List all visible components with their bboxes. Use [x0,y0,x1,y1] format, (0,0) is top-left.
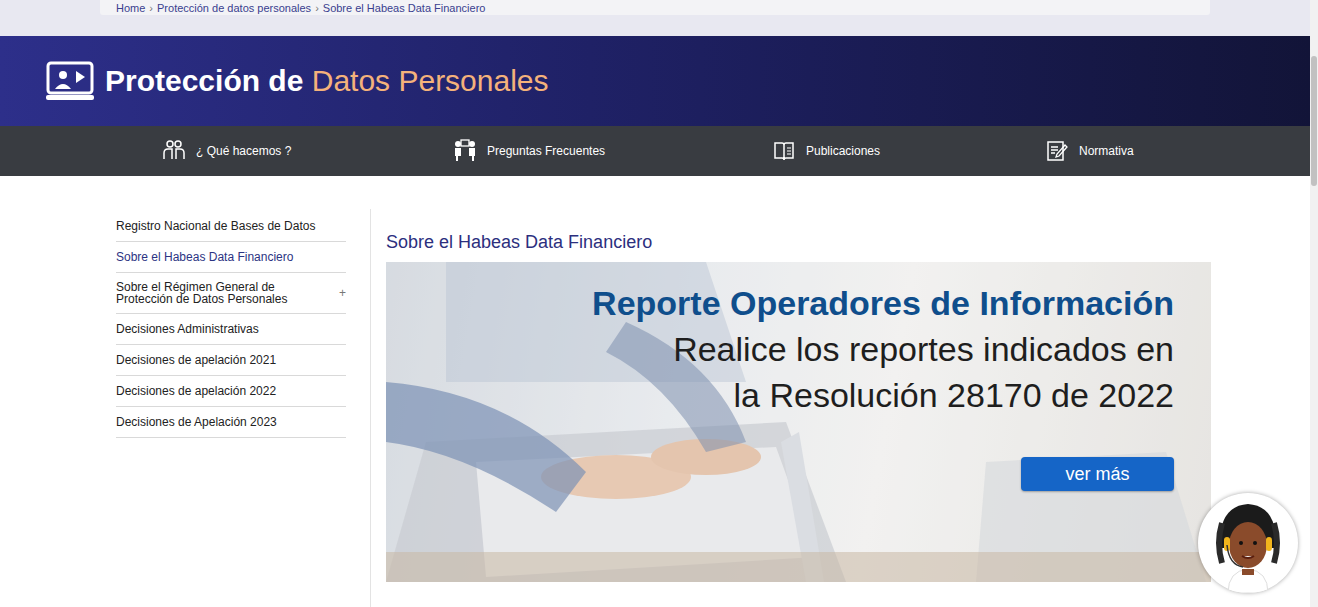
sidebar-label[interactable]: Registro Nacional de Bases de Datos [116,220,315,232]
nav-item[interactable]: Publicaciones [772,139,1045,163]
main-content: Sobre el Habeas Data Financiero Reporte O… [371,211,1211,607]
sidebar-label[interactable]: Decisiones de Apelación 2023 [116,416,277,428]
banner-line: Realice los reportes indicados en [673,326,1174,372]
header-title-strong: Protección de [105,64,303,97]
banner-text: Reporte Operadores de InformaciónRealice… [592,280,1174,491]
edit-document-icon [1045,139,1069,163]
breadcrumb-separator: › [149,1,153,15]
sidebar: Registro Nacional de Bases de Datos Sobre… [116,211,346,607]
nav-item[interactable]: Normativa [1045,139,1225,163]
breadcrumb-link[interactable]: Sobre el Habeas Data Financiero [323,1,486,15]
content: Registro Nacional de Bases de Datos Sobre… [0,176,1310,607]
sidebar-item[interactable]: Decisiones Administrativas [116,314,346,345]
nav-item[interactable]: Preguntas Frecuentes [453,139,772,163]
sidebar-label[interactable]: Decisiones de apelación 2021 [116,354,276,366]
expand-toggle[interactable]: + [333,287,346,299]
page-title: Sobre el Habeas Data Financiero [386,211,1211,253]
sidebar-item[interactable]: Sobre el Habeas Data Financiero [116,242,346,273]
banner-line: la Resolución 28170 de 2022 [734,372,1174,418]
sidebar-item[interactable]: Decisiones de Apelación 2023 [116,407,346,438]
nav-label[interactable]: Preguntas Frecuentes [487,144,605,158]
promo-banner: Reporte Operadores de InformaciónRealice… [386,262,1211,582]
sidebar-item[interactable]: Decisiones de apelación 2021 [116,345,346,376]
sidebar-item[interactable]: Registro Nacional de Bases de Datos [116,211,346,242]
banner-heading: Reporte Operadores de Información [592,280,1174,326]
space [303,64,311,97]
column-divider [370,209,371,607]
nav-label[interactable]: Normativa [1079,144,1134,158]
nav-item[interactable]: ¿ Qué hacemos ? [162,139,453,163]
chat-assistant[interactable] [1198,493,1298,593]
breadcrumb: Home › Protección de datos personales › Sobr… [100,0,1210,15]
header-title-accent: Datos Personales [312,64,549,97]
breadcrumb-link[interactable]: Protección de datos personales [157,1,311,15]
nav-label[interactable]: Publicaciones [806,144,880,158]
breadcrumb-area: Home › Protección de datos personales › Sobr… [0,0,1310,36]
main-nav: ¿ Qué hacemos ? Preguntas Frecuentes Publi… [0,126,1310,176]
sidebar-label[interactable]: Sobre el Régimen General de Protección d… [116,281,316,305]
see-more-button[interactable]: ver más [1021,457,1174,491]
sidebar-label[interactable]: Sobre el Habeas Data Financiero [116,251,293,263]
sidebar-item[interactable]: Sobre el Régimen General de Protección d… [116,273,346,314]
sidebar-label[interactable]: Decisiones de apelación 2022 [116,385,276,397]
questions-icon [453,139,477,163]
team-icon [162,139,186,163]
presentation-icon [46,61,94,101]
book-icon [772,139,796,163]
scrollbar-thumb[interactable] [1311,56,1317,186]
page: Home › Protección de datos personales › Sobr… [0,0,1310,607]
scrollbar[interactable] [1310,0,1318,607]
sidebar-item[interactable]: Decisiones de apelación 2022 [116,376,346,407]
breadcrumb-link[interactable]: Home [116,1,145,15]
breadcrumb-separator: › [315,1,319,15]
nav-label[interactable]: ¿ Qué hacemos ? [196,144,291,158]
assistant-avatar-icon [1198,493,1298,593]
header-title: Protección de Datos Personales [105,64,549,98]
sidebar-label[interactable]: Decisiones Administrativas [116,323,259,335]
page-header: Protección de Datos Personales [0,36,1310,126]
